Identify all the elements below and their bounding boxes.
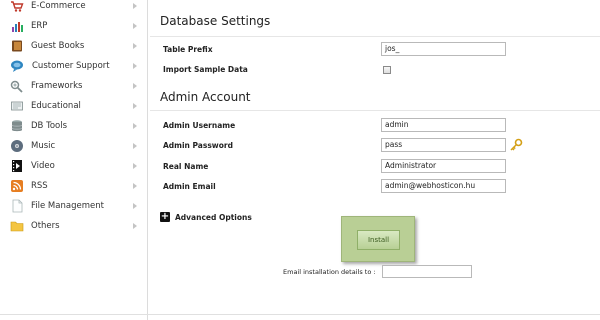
music-icon xyxy=(11,140,23,152)
real-name-label: Real Name xyxy=(163,162,209,171)
admin-password-label: Admin Password xyxy=(163,141,233,150)
sidebar-item-music[interactable]: Music xyxy=(0,136,147,156)
chevron-right-icon xyxy=(133,63,137,69)
email-details-input[interactable] xyxy=(382,265,472,278)
education-icon xyxy=(11,101,23,111)
folder-icon xyxy=(10,221,24,232)
bar-chart-icon xyxy=(12,22,23,32)
admin-email-label: Admin Email xyxy=(163,182,216,191)
installer-page: E-Commerce ERP Guest Books Customer Supp… xyxy=(0,0,600,320)
sidebar-item-educational[interactable]: Educational xyxy=(0,96,147,116)
chevron-right-icon xyxy=(133,43,137,49)
admin-username-label: Admin Username xyxy=(163,121,236,130)
chevron-right-icon xyxy=(133,23,137,29)
sidebar-item-others[interactable]: Others xyxy=(0,216,147,236)
email-details-label: Email installation details to : xyxy=(283,268,376,276)
shopping-cart-icon xyxy=(11,1,24,12)
sidebar-item-label: Frameworks xyxy=(31,81,83,91)
admin-username-input[interactable]: admin xyxy=(381,118,506,132)
section-divider xyxy=(150,36,600,37)
sidebar-item-erp[interactable]: ERP xyxy=(0,16,147,36)
chevron-right-icon xyxy=(133,143,137,149)
admin-account-title: Admin Account xyxy=(160,90,251,104)
sidebar-item-label: ERP xyxy=(31,21,48,31)
sidebar-item-guest-books[interactable]: Guest Books xyxy=(0,36,147,56)
install-button[interactable]: Install xyxy=(357,230,400,250)
advanced-options-toggle[interactable]: + Advanced Options xyxy=(160,211,252,223)
sidebar-item-label: Others xyxy=(31,221,60,231)
sidebar-item-e-commerce[interactable]: E-Commerce xyxy=(0,0,147,16)
sidebar-item-label: Video xyxy=(31,161,55,171)
expand-icon: + xyxy=(160,211,170,222)
sidebar-item-label: File Management xyxy=(31,201,104,211)
real-name-input[interactable]: Administrator xyxy=(381,159,506,173)
sidebar-item-label: Educational xyxy=(31,101,81,111)
sidebar-item-frameworks[interactable]: Frameworks xyxy=(0,76,147,96)
book-icon xyxy=(12,40,22,52)
sidebar-item-label: RSS xyxy=(31,181,48,191)
database-settings-title: Database Settings xyxy=(160,14,271,28)
framework-icon xyxy=(10,80,23,93)
table-prefix-input[interactable]: jos_ xyxy=(381,42,506,56)
sidebar-item-label: Customer Support xyxy=(32,61,110,71)
admin-email-input[interactable]: admin@webhosticon.hu xyxy=(381,179,506,193)
admin-password-input[interactable]: pass xyxy=(381,138,506,152)
sidebar-item-label: E-Commerce xyxy=(31,1,86,11)
file-icon xyxy=(12,199,23,213)
chevron-right-icon xyxy=(133,223,137,229)
sidebar-item-rss[interactable]: RSS xyxy=(0,176,147,196)
database-icon xyxy=(11,120,23,132)
sidebar-item-label: DB Tools xyxy=(31,121,68,131)
support-icon xyxy=(11,60,23,72)
film-icon xyxy=(12,160,22,172)
sidebar-item-file-management[interactable]: File Management xyxy=(0,196,147,216)
sidebar-item-customer-support[interactable]: Customer Support xyxy=(0,56,147,76)
advanced-options-label: Advanced Options xyxy=(175,212,252,222)
rss-icon xyxy=(11,180,23,192)
sidebar-item-label: Guest Books xyxy=(31,41,85,51)
import-sample-checkbox[interactable] xyxy=(383,66,391,74)
key-icon[interactable] xyxy=(509,138,523,152)
chevron-right-icon xyxy=(133,103,137,109)
sidebar-item-label: Music xyxy=(31,141,56,151)
table-prefix-label: Table Prefix xyxy=(163,45,213,54)
chevron-right-icon xyxy=(133,123,137,129)
chevron-right-icon xyxy=(133,83,137,89)
chevron-right-icon xyxy=(133,163,137,169)
chevron-right-icon xyxy=(133,183,137,189)
import-sample-label: Import Sample Data xyxy=(163,65,248,74)
sidebar-item-db-tools[interactable]: DB Tools xyxy=(0,116,147,136)
chevron-right-icon xyxy=(133,3,137,9)
sidebar-item-video[interactable]: Video xyxy=(0,156,147,176)
section-divider xyxy=(150,110,600,111)
install-panel: Install xyxy=(341,216,415,262)
category-sidebar: E-Commerce ERP Guest Books Customer Supp… xyxy=(0,0,148,320)
footer-divider xyxy=(0,314,600,315)
chevron-right-icon xyxy=(133,203,137,209)
